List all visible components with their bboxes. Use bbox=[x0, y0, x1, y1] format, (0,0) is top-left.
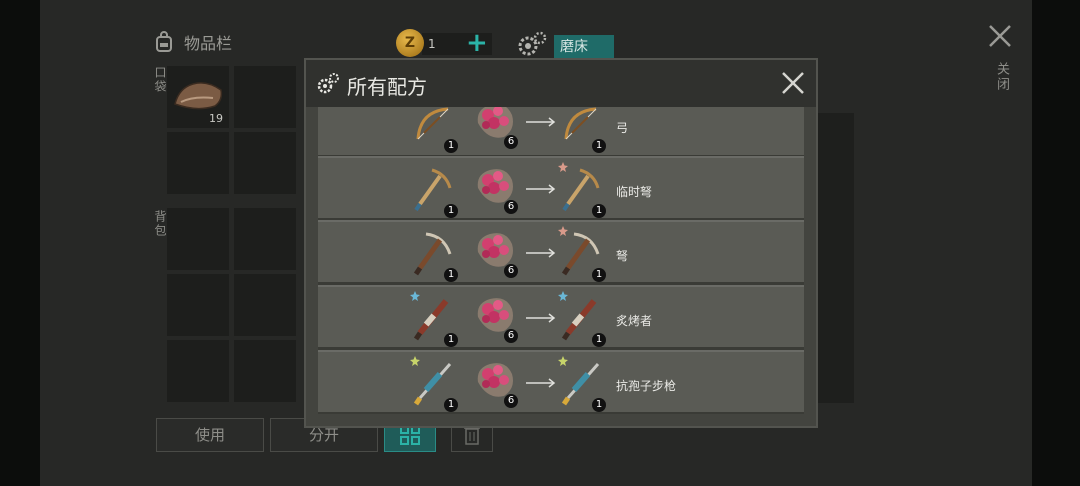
right-edge bbox=[1032, 0, 1080, 486]
recipe-result-name: 炙烤者 bbox=[616, 314, 653, 328]
modal-title: 所有配方 bbox=[347, 75, 427, 99]
inventory-slot[interactable]: 19 bbox=[167, 66, 229, 128]
left-edge bbox=[0, 0, 40, 486]
output-qty: 1 bbox=[592, 268, 606, 282]
use-button[interactable]: 使用 bbox=[156, 418, 264, 452]
coin-icon: Z bbox=[396, 29, 424, 57]
add-coins-button[interactable]: + bbox=[466, 30, 488, 56]
recipe-result-name: 临时弩 bbox=[616, 185, 653, 199]
inventory-slot[interactable] bbox=[234, 66, 296, 128]
arrow-right-icon bbox=[526, 117, 556, 127]
recipe-row[interactable]: 1 6 bbox=[318, 285, 804, 347]
input-qty: 1 bbox=[444, 398, 458, 412]
slot-count: 19 bbox=[209, 112, 223, 125]
recipe-row[interactable]: 1 6 bbox=[318, 220, 804, 282]
recipe-input-item: 1 bbox=[410, 228, 458, 282]
recipe-output-item: 1 bbox=[558, 164, 606, 218]
recipe-output-item: 1 bbox=[558, 293, 606, 347]
arrow-right-icon bbox=[526, 248, 556, 258]
recipe-row[interactable]: 1 6 bbox=[318, 350, 804, 412]
recipe-output-item: 1 bbox=[558, 107, 606, 153]
inventory-slot[interactable] bbox=[167, 340, 229, 402]
recipe-row[interactable]: 1 6 1 弓 bbox=[318, 107, 804, 155]
recipe-input-item: 1 bbox=[410, 358, 458, 412]
material-qty: 6 bbox=[504, 135, 518, 149]
recipe-list[interactable]: 1 6 1 弓 1 6 1 临时弩 1 6 1 弩 1 6 1 炙烤者 1 6 … bbox=[318, 107, 804, 414]
recipe-input-item: 1 bbox=[410, 164, 458, 218]
inventory-slot[interactable] bbox=[167, 208, 229, 270]
recipe-material: 6 bbox=[472, 356, 518, 408]
recipe-material: 6 bbox=[472, 107, 518, 149]
close-icon[interactable] bbox=[986, 22, 1014, 50]
recipe-material: 6 bbox=[472, 291, 518, 343]
arrow-right-icon bbox=[526, 378, 556, 388]
inventory-header: 物品栏 bbox=[152, 30, 232, 54]
arrow-right-icon bbox=[526, 184, 556, 194]
recipe-result-name: 弓 bbox=[616, 121, 629, 135]
material-qty: 6 bbox=[504, 394, 518, 408]
recipes-modal: 所有配方 1 6 1 弓 1 6 1 临时弩 1 6 1 弩 1 6 1 炙烤者… bbox=[306, 60, 816, 426]
modal-header: 所有配方 bbox=[306, 60, 816, 107]
recipe-output-item: 1 bbox=[558, 228, 606, 282]
grid-icon bbox=[400, 425, 420, 445]
recipe-input-item: 1 bbox=[410, 107, 458, 153]
crafting-panel-bg bbox=[816, 113, 854, 403]
recipe-row[interactable]: 1 6 bbox=[318, 156, 804, 218]
input-qty: 1 bbox=[444, 204, 458, 218]
material-qty: 6 bbox=[504, 329, 518, 343]
trash-icon bbox=[464, 427, 480, 445]
output-qty: 1 bbox=[592, 204, 606, 218]
gears-icon bbox=[518, 31, 547, 56]
recipe-material: 6 bbox=[472, 162, 518, 214]
output-qty: 1 bbox=[592, 139, 606, 153]
inventory-slot[interactable] bbox=[234, 274, 296, 336]
inventory-slot[interactable] bbox=[234, 132, 296, 194]
inventory-slot[interactable] bbox=[234, 340, 296, 402]
input-qty: 1 bbox=[444, 139, 458, 153]
workbench-tab[interactable]: 磨床 bbox=[554, 35, 614, 59]
recipe-result-name: 抗孢子步枪 bbox=[616, 379, 677, 393]
arrow-right-icon bbox=[526, 313, 556, 323]
material-qty: 6 bbox=[504, 200, 518, 214]
backpack-icon bbox=[156, 31, 172, 52]
output-qty: 1 bbox=[592, 333, 606, 347]
recipe-output-item: 1 bbox=[558, 358, 606, 412]
inventory-title: 物品栏 bbox=[184, 34, 233, 53]
recipe-material: 6 bbox=[472, 226, 518, 278]
recipe-result-name: 弩 bbox=[616, 249, 629, 263]
close-icon[interactable] bbox=[780, 70, 806, 96]
output-qty: 1 bbox=[592, 398, 606, 412]
input-qty: 1 bbox=[444, 268, 458, 282]
recipe-input-item: 1 bbox=[410, 293, 458, 347]
material-qty: 6 bbox=[504, 264, 518, 278]
inventory-slot[interactable] bbox=[167, 132, 229, 194]
gears-icon bbox=[317, 73, 339, 94]
inventory-slot[interactable] bbox=[234, 208, 296, 270]
input-qty: 1 bbox=[444, 333, 458, 347]
inventory-slot[interactable] bbox=[167, 274, 229, 336]
close-label: 关闭 bbox=[994, 62, 1009, 92]
